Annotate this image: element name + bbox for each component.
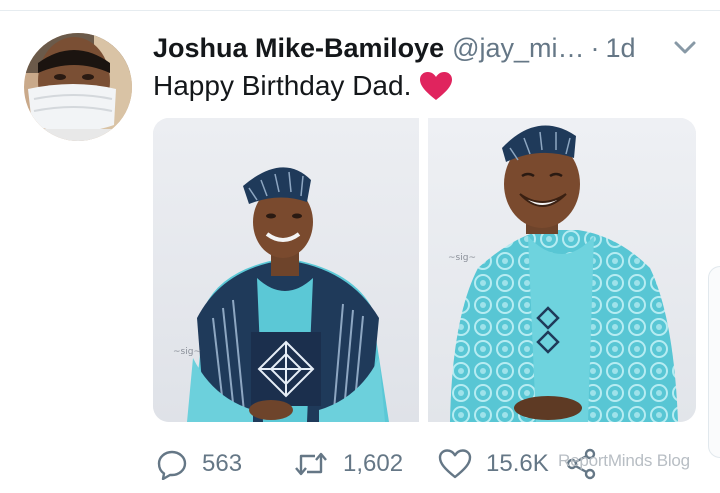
svg-text:~sig~: ~sig~	[173, 347, 201, 357]
watermark-text: ReportMinds Blog	[558, 451, 690, 470]
retweet-button[interactable]: 1,602	[293, 448, 403, 480]
reply-icon	[157, 450, 187, 480]
red-heart-icon	[419, 71, 453, 101]
avatar-image	[24, 33, 132, 141]
author-avatar[interactable]	[24, 33, 132, 141]
like-button[interactable]: 15.6K	[438, 448, 549, 480]
svg-text:~sig~: ~sig~	[448, 253, 476, 263]
tweet-text: Happy Birthday Dad.	[153, 70, 453, 102]
tweet-photo-right[interactable]: ~sig~	[428, 118, 696, 422]
reply-count: 563	[202, 450, 243, 477]
retweet-count: 1,602	[343, 450, 404, 477]
tweet-photo-left[interactable]: ~sig~	[153, 118, 419, 422]
author-name[interactable]: Joshua Mike-Bamiloye	[153, 33, 444, 64]
heart-outline-icon	[438, 449, 472, 479]
like-count: 15.6K	[486, 450, 549, 477]
tweet-timestamp[interactable]: 1d	[606, 33, 636, 64]
reply-button[interactable]: 563	[156, 448, 242, 480]
retweet-icon	[295, 452, 327, 476]
tweet-header: Joshua Mike-Bamiloye @jay_mi… · 1d	[153, 30, 636, 66]
top-divider	[0, 0, 720, 11]
scroll-edge	[708, 266, 720, 458]
separator-dot: ·	[590, 32, 600, 63]
author-handle[interactable]: @jay_mi…	[452, 33, 584, 64]
more-options-chevron-icon[interactable]	[672, 38, 698, 58]
tweet-text-content: Happy Birthday Dad.	[153, 70, 412, 101]
